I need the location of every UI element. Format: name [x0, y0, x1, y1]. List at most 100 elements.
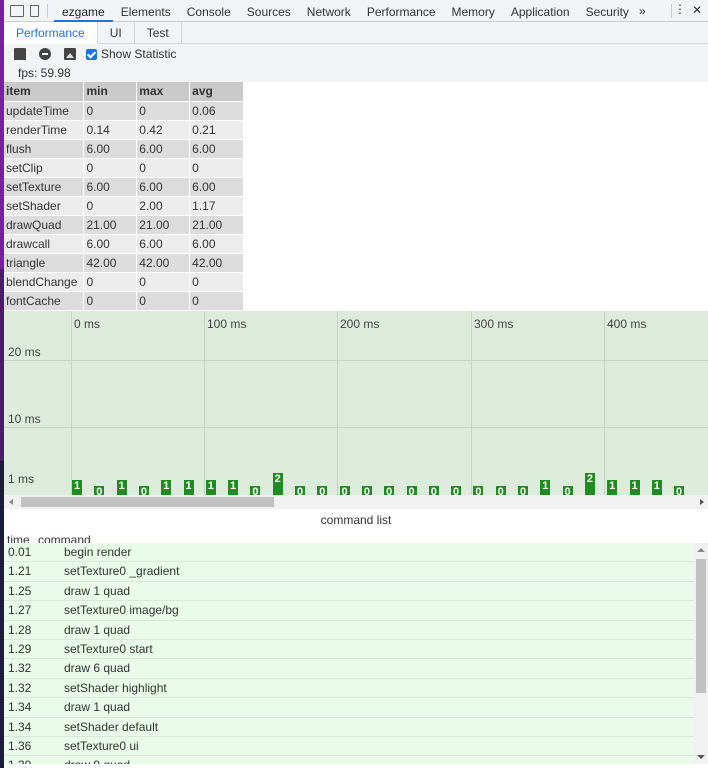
stats-cell: 42.00: [136, 253, 191, 273]
tab-performance[interactable]: Performance: [4, 22, 98, 44]
frame-bar[interactable]: 1: [607, 480, 618, 495]
command-text: setTexture0 start: [64, 641, 153, 656]
stats-cell: 2.00: [136, 196, 191, 216]
command-row[interactable]: 1.28 draw 1 quad: [4, 620, 694, 640]
devtools-tab-security[interactable]: Security: [578, 0, 637, 22]
devtools-tab-network[interactable]: Network: [299, 0, 359, 22]
stats-cell: 6.00: [189, 234, 244, 254]
timeline-x-label: 200 ms: [340, 317, 380, 331]
frame-bar[interactable]: 0: [674, 486, 685, 495]
frame-bar[interactable]: 1: [540, 480, 551, 495]
stats-cell: 42.00: [83, 253, 138, 273]
frame-bar[interactable]: 0: [339, 486, 350, 495]
frame-bar[interactable]: 0: [317, 486, 328, 495]
image-icon[interactable]: [64, 48, 76, 60]
frame-bar[interactable]: 2: [272, 473, 283, 495]
frame-bar[interactable]: 2: [584, 473, 595, 495]
stats-cell: 0: [189, 272, 244, 292]
stats-cell: 21.00: [136, 215, 191, 235]
frame-bar[interactable]: 1: [228, 480, 239, 495]
command-row[interactable]: 1.36 setTexture0 ui: [4, 736, 694, 757]
devtools-tab-performance[interactable]: Performance: [359, 0, 444, 22]
command-row[interactable]: 1.27 setTexture0 image/bg: [4, 601, 694, 621]
scroll-left-icon[interactable]: [9, 499, 13, 505]
command-text: draw 6 quad: [64, 661, 131, 676]
command-time: 1.27: [8, 603, 32, 618]
command-row[interactable]: 1.39 draw 9 quad: [4, 756, 694, 764]
scroll-right-icon[interactable]: [700, 499, 704, 505]
command-row[interactable]: 0.01 begin render: [4, 543, 694, 563]
devtools-tab-console[interactable]: Console: [179, 0, 239, 22]
frame-bar[interactable]: 1: [116, 480, 127, 495]
command-row[interactable]: 1.21 setTexture0 _gradient: [4, 562, 694, 582]
inspect-element-icon[interactable]: [10, 4, 24, 17]
frame-bar[interactable]: 0: [495, 486, 506, 495]
command-row[interactable]: 1.32 setShader highlight: [4, 678, 694, 699]
stats-cell: 42.00: [189, 253, 244, 273]
close-devtools-icon[interactable]: ✕: [692, 3, 702, 17]
frame-bar[interactable]: 0: [94, 486, 105, 495]
frame-bar[interactable]: 1: [629, 480, 640, 495]
frame-bar[interactable]: 0: [138, 486, 149, 495]
command-row[interactable]: 1.34 draw 1 quad: [4, 698, 694, 718]
frame-timeline[interactable]: 0 ms 100 ms 200 ms 300 ms 400 ms 20 ms 10 ms 1 …: [4, 311, 708, 495]
show-statistic-label[interactable]: Show Statistic: [101, 47, 176, 61]
devtools-tab-ezgame[interactable]: ezgame: [54, 0, 113, 22]
stop-icon[interactable]: [14, 48, 26, 60]
command-text: setTexture0 ui: [64, 738, 139, 753]
stats-cell: renderTime: [4, 120, 85, 140]
stats-cell: setShader: [4, 196, 85, 216]
device-toolbar-icon[interactable]: [30, 4, 39, 17]
command-text: setTexture0 image/bg: [64, 603, 179, 618]
more-tabs-button[interactable]: »: [639, 4, 646, 18]
devtools-tab-sources[interactable]: Sources: [239, 0, 299, 22]
timeline-gridline-v: [471, 311, 472, 495]
command-time: 1.39: [8, 758, 31, 764]
command-time: 1.25: [8, 583, 32, 598]
frame-bar[interactable]: 0: [562, 486, 573, 495]
scroll-up-icon[interactable]: [697, 548, 705, 552]
command-list-title: command list: [4, 509, 708, 531]
scrollbar-thumb[interactable]: [21, 497, 274, 507]
show-statistic-checkbox[interactable]: [86, 48, 97, 60]
command-time: 1.21: [8, 564, 32, 579]
devtools-tab-memory[interactable]: Memory: [444, 0, 503, 22]
stats-cell: 6.00: [189, 177, 244, 197]
command-time: 1.29: [8, 641, 32, 656]
timeline-gridline-v: [204, 311, 205, 495]
kebab-menu-icon[interactable]: ⋮: [674, 2, 686, 16]
stats-cell: 0.42: [136, 120, 191, 140]
command-row[interactable]: 1.34 setShader default: [4, 717, 694, 737]
frame-bar[interactable]: 1: [205, 480, 216, 495]
frame-bar[interactable]: 1: [161, 480, 172, 495]
frame-bar[interactable]: 1: [72, 480, 82, 495]
command-row[interactable]: 1.25 draw 1 quad: [4, 581, 694, 602]
frame-bar[interactable]: 0: [428, 486, 439, 495]
frame-bar[interactable]: 0: [295, 486, 305, 495]
clear-icon[interactable]: [39, 48, 51, 60]
devtools-tab-application[interactable]: Application: [503, 0, 578, 22]
frame-bar[interactable]: 0: [361, 486, 372, 495]
scrollbar-thumb[interactable]: [696, 559, 706, 693]
stats-row: setTexture 6.00 6.00 6.00: [4, 177, 244, 197]
command-list-vertical-scrollbar[interactable]: [694, 543, 708, 764]
frame-bar[interactable]: 0: [518, 486, 528, 495]
frame-bar[interactable]: 0: [250, 486, 261, 495]
frame-bar[interactable]: 1: [651, 480, 662, 495]
devtools-tab-elements[interactable]: Elements: [113, 0, 179, 22]
stats-cell: setClip: [4, 158, 85, 178]
scroll-down-icon[interactable]: [697, 755, 705, 759]
command-time: 1.28: [8, 622, 32, 637]
frame-bar[interactable]: 0: [406, 486, 417, 495]
command-row[interactable]: 1.29 setTexture0 start: [4, 639, 694, 660]
frame-bar[interactable]: 0: [473, 486, 484, 495]
timeline-horizontal-scrollbar[interactable]: [4, 495, 708, 509]
frame-bar[interactable]: 0: [451, 486, 462, 495]
stats-cell: setTexture: [4, 177, 85, 197]
tab-ui[interactable]: UI: [98, 22, 135, 44]
frame-bar[interactable]: 0: [384, 486, 395, 495]
tab-test[interactable]: Test: [135, 22, 182, 44]
devtools-tab-list: ezgame Elements Console Sources Network Perfo…: [54, 0, 637, 22]
command-row[interactable]: 1.32 draw 6 quad: [4, 659, 694, 679]
frame-bar[interactable]: 1: [183, 480, 194, 495]
